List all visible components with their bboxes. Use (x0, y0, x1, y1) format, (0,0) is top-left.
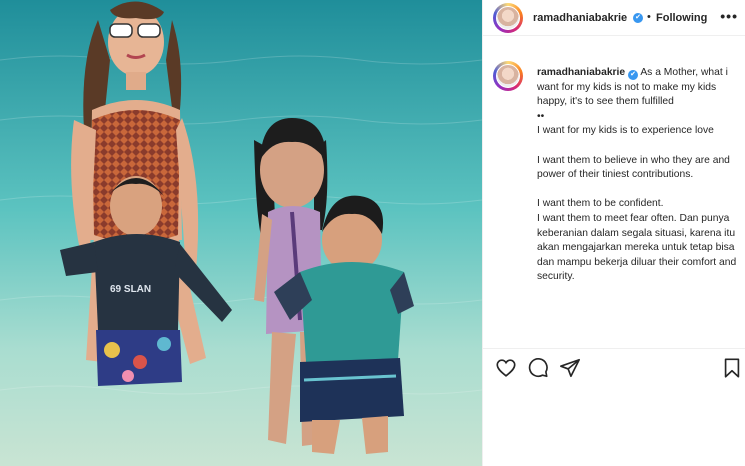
post-side-panel: ramadhaniabakrie ✔ • Following ••• ramad… (482, 0, 745, 466)
bookmark-icon[interactable] (721, 357, 743, 379)
caption-text: As a Mother, what i want for my kids is … (537, 67, 737, 283)
post-photo[interactable]: 69 SLAN (0, 0, 482, 466)
caption: ramadhaniabakrie ✔ As a Mother, what i w… (537, 66, 737, 285)
header-username[interactable]: ramadhaniabakrie (533, 12, 627, 24)
action-bar (483, 348, 745, 388)
share-icon[interactable] (559, 357, 581, 379)
caption-area: ramadhaniabakrie ✔ As a Mother, what i w… (483, 36, 745, 348)
following-button[interactable]: Following (656, 12, 707, 24)
more-options-icon[interactable]: ••• (720, 8, 738, 24)
avatar[interactable] (493, 3, 523, 33)
shirt-text: 69 SLAN (110, 284, 151, 295)
caption-username[interactable]: ramadhaniabakrie (537, 67, 625, 78)
header-separator: • (647, 11, 651, 23)
heart-icon[interactable] (495, 357, 517, 379)
verified-badge-icon: ✔ (633, 13, 643, 23)
comment-icon[interactable] (527, 357, 549, 379)
caption-verified-icon: ✔ (628, 70, 639, 80)
caption-avatar[interactable] (493, 61, 523, 91)
post-header: ramadhaniabakrie ✔ • Following ••• (483, 0, 745, 36)
